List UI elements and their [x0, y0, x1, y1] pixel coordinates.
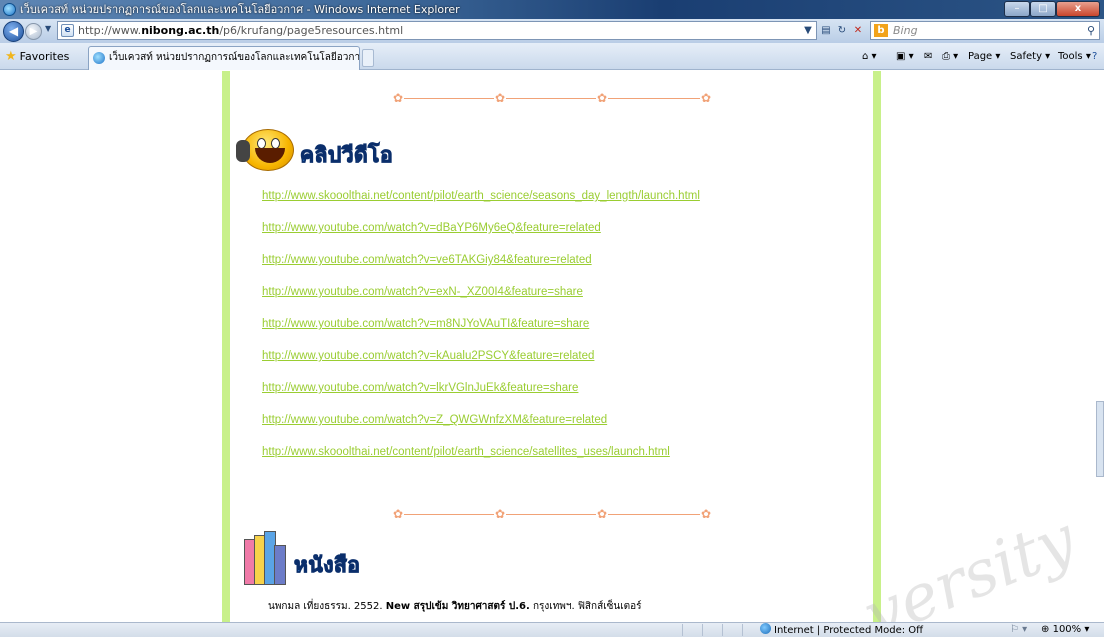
flower-icon: ✿	[392, 507, 404, 521]
book-section-title: หนังสือ	[293, 553, 361, 578]
books-icon	[242, 531, 290, 585]
video-link[interactable]: http://www.youtube.com/watch?v=kAualu2PS…	[262, 350, 594, 362]
status-separator	[722, 624, 723, 636]
divider-line	[608, 98, 700, 99]
video-link[interactable]: http://www.youtube.com/watch?v=exN-_XZ00…	[262, 286, 583, 298]
url-host: nibong.ac.th	[141, 24, 220, 37]
forward-button[interactable]: ▶	[25, 23, 42, 40]
zone-text: Internet | Protected Mode: Off	[774, 625, 924, 636]
video-link[interactable]: http://www.youtube.com/watch?v=lkrVGlnJu…	[262, 382, 578, 394]
smiley-headset-icon	[236, 129, 294, 171]
video-section-title: คลิปวีดีโอ	[299, 143, 394, 168]
flower-icon: ✿	[494, 507, 506, 521]
side-scroll-tab[interactable]	[1096, 401, 1104, 477]
page-menu[interactable]: Page ▾	[968, 49, 1000, 65]
security-zone[interactable]: Internet | Protected Mode: Off	[760, 623, 923, 637]
divider-line	[404, 98, 494, 99]
zoom-level: 100%	[1052, 624, 1082, 635]
protected-mode-icon[interactable]: ⚐ ▾	[1010, 623, 1027, 637]
url-prefix: http://www.	[78, 24, 142, 37]
flower-icon: ✿	[700, 507, 712, 521]
title-bar: เว็บเควสท์ หน่วยปรากฏการณ์ของโลกและเทคโน…	[0, 0, 1104, 19]
url-input[interactable]: e http://www.nibong.ac.th/p6/krufang/page…	[57, 21, 817, 40]
stop-icon[interactable]: ✕	[850, 23, 866, 39]
video-link[interactable]: http://www.youtube.com/watch?v=ve6TAKGiy…	[262, 254, 592, 266]
page-viewport[interactable]: ✿ ✿ ✿ ✿ คลิปวีดีโอ http://www.skooolthai…	[0, 71, 1104, 622]
tab-title: เว็บเควสท์ หน่วยปรากฏการณ์ของโลกและเทคโน…	[109, 52, 360, 63]
video-link[interactable]: http://www.skooolthai.net/content/pilot/…	[262, 446, 670, 458]
zoom-control[interactable]: ⊕ 100% ▾	[1041, 623, 1089, 637]
safety-menu[interactable]: Safety ▾	[1010, 49, 1050, 65]
url-path: /p6/krufang/page5resources.html	[219, 24, 404, 37]
search-placeholder: Bing	[893, 24, 918, 37]
status-bar: Internet | Protected Mode: Off ⚐ ▾ ⊕ 100…	[0, 622, 1104, 637]
back-button[interactable]: ◀	[3, 21, 24, 42]
mail-icon[interactable]: ✉	[924, 49, 932, 65]
divider-line	[506, 514, 596, 515]
status-separator	[682, 624, 683, 636]
divider-line	[608, 514, 700, 515]
favorites-bar: ★ Favorites เว็บเควสท์ หน่วยปรากฏการณ์ของ…	[0, 43, 1104, 70]
mouth-shape	[255, 148, 285, 163]
ie-logo-icon	[3, 3, 16, 16]
globe-icon	[760, 623, 771, 634]
book-author-year: นพกมล เที่ยงธรรม. 2552.	[268, 601, 383, 612]
book-reference: นพกมล เที่ยงธรรม. 2552. New สรุปเข้ม วิท…	[268, 599, 642, 614]
tools-menu[interactable]: Tools ▾	[1058, 49, 1091, 65]
tab-current[interactable]: เว็บเควสท์ หน่วยปรากฏการณ์ของโลกและเทคโน…	[88, 46, 360, 70]
watermark: versity	[854, 502, 1086, 622]
maximize-button[interactable]: □	[1030, 1, 1056, 17]
compatibility-icon[interactable]: ▤	[818, 23, 834, 39]
browser-window: เว็บเควสท์ หน่วยปรากฏการณ์ของโลกและเทคโน…	[0, 0, 1104, 637]
status-separator	[742, 624, 743, 636]
flower-divider-bottom: ✿ ✿ ✿ ✿	[392, 507, 712, 521]
divider-line	[506, 98, 596, 99]
feeds-icon[interactable]: ▣ ▾	[896, 49, 914, 65]
favorites-label: Favorites	[19, 50, 70, 63]
star-icon: ★	[5, 49, 17, 64]
new-tab-button[interactable]	[362, 49, 374, 67]
address-bar: ◀ ▶ ▼ e http://www.nibong.ac.th/p6/krufan…	[0, 19, 1104, 43]
ie-tab-icon	[93, 52, 105, 64]
help-icon[interactable]: ?	[1092, 49, 1097, 65]
video-link[interactable]: http://www.skooolthai.net/content/pilot/…	[262, 190, 700, 202]
book-publisher: กรุงเทพฯ. ฟิสิกส์เซ็นเตอร์	[532, 601, 642, 612]
flower-icon: ✿	[596, 91, 608, 105]
address-dropdown-icon[interactable]: ▼	[800, 23, 816, 39]
flower-icon: ✿	[596, 507, 608, 521]
book-section-header: หนังสือ	[242, 531, 542, 585]
page-icon: e	[61, 24, 74, 37]
home-icon[interactable]: ⌂ ▾	[862, 49, 877, 65]
content-column: ✿ ✿ ✿ ✿ คลิปวีดีโอ http://www.skooolthai…	[222, 71, 881, 622]
video-link[interactable]: http://www.youtube.com/watch?v=dBaYP6My6…	[262, 222, 601, 234]
video-section-header: คลิปวีดีโอ	[236, 129, 542, 181]
status-separator	[702, 624, 703, 636]
flower-icon: ✿	[494, 91, 506, 105]
video-link[interactable]: http://www.youtube.com/watch?v=m8NJYoVAu…	[262, 318, 589, 330]
favorites-button[interactable]: ★ Favorites	[5, 49, 69, 65]
zoom-icon: ⊕	[1041, 624, 1050, 635]
video-link[interactable]: http://www.youtube.com/watch?v=Z_QWGWnfz…	[262, 414, 607, 426]
bing-icon: b	[874, 24, 888, 37]
flower-icon: ✿	[700, 91, 712, 105]
history-dropdown-icon[interactable]: ▼	[45, 24, 51, 33]
search-input[interactable]: b Bing ⚲	[870, 21, 1100, 40]
book-shape	[274, 545, 286, 585]
search-icon[interactable]: ⚲	[1087, 22, 1095, 39]
print-icon[interactable]: ⎙ ▾	[942, 49, 958, 65]
flower-icon: ✿	[392, 91, 404, 105]
minimize-button[interactable]: –	[1004, 1, 1030, 17]
window-title: เว็บเควสท์ หน่วยปรากฏการณ์ของโลกและเทคโน…	[20, 3, 460, 16]
divider-line	[404, 514, 494, 515]
close-button[interactable]: x	[1056, 1, 1100, 17]
refresh-icon[interactable]: ↻	[834, 23, 850, 39]
flower-divider-top: ✿ ✿ ✿ ✿	[392, 91, 712, 105]
book-title: New สรุปเข้ม วิทยาศาสตร์ ป.6.	[385, 601, 530, 612]
headset-shape	[236, 140, 250, 162]
